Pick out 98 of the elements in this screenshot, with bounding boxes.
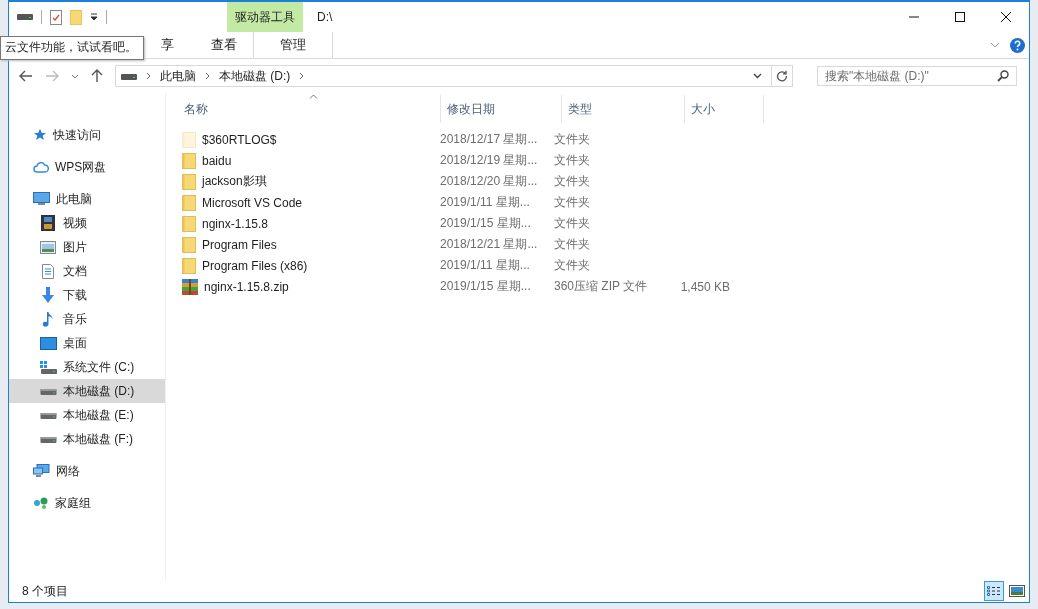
column-header[interactable]: 名称 (178, 95, 441, 123)
drive-icon (121, 72, 137, 80)
sidebar-item[interactable]: 文档 (9, 259, 165, 283)
checklist-icon[interactable] (50, 9, 62, 25)
file-name-cell[interactable]: jackson影琪 (178, 171, 434, 192)
file-name-cell[interactable]: nginx-1.15.8.zip (178, 276, 434, 297)
file-name-cell[interactable]: Microsoft VS Code (178, 192, 434, 213)
sidebar-item[interactable]: 视频 (9, 211, 165, 235)
type-cell-text: 文件夹 (553, 215, 591, 232)
date-cell-text: 2019/1/11 星期... (439, 194, 531, 211)
refresh-icon (776, 70, 788, 82)
date-cell-text: 2019/1/15 星期... (439, 215, 532, 232)
file-name-cell[interactable]: nginx-1.15.8 (178, 213, 434, 234)
folder-icon (182, 131, 196, 148)
close-icon (1000, 11, 1012, 23)
type-cell-text: 360压缩 ZIP 文件 (553, 278, 649, 295)
type-cell-text: 文件夹 (553, 257, 591, 274)
file-name-cell[interactable]: Program Files (x86) (178, 255, 434, 276)
window-title: D:\ (316, 9, 334, 26)
folder-icon (182, 236, 196, 253)
system-drive-icon (39, 360, 57, 374)
folder-icon (182, 194, 196, 211)
ribbon-tab[interactable]: 查看 (195, 32, 253, 58)
sidebar-item[interactable]: 本地磁盘 (D:) (9, 379, 165, 403)
folder-icon (182, 257, 196, 274)
image-icon (1009, 585, 1025, 597)
sort-caret-icon (309, 94, 318, 99)
sidebar-item[interactable]: 家庭组 (9, 491, 165, 515)
chevron-right-icon[interactable] (205, 72, 210, 80)
sidebar-item[interactable]: 下载 (9, 283, 165, 307)
desktop-icon (39, 336, 57, 350)
document-icon (42, 263, 54, 279)
sidebar-item[interactable]: 本地磁盘 (E:) (9, 403, 165, 427)
film-icon (41, 215, 55, 231)
drive-icon (39, 387, 57, 395)
sidebar-item[interactable]: 此电脑 (9, 187, 165, 211)
file-name-cell[interactable]: $360RTLOG$ (178, 129, 434, 150)
column-header[interactable]: 大小 (685, 95, 764, 123)
search-icon[interactable] (997, 70, 1009, 82)
column-header[interactable]: 类型 (562, 95, 685, 123)
drive-icon (39, 435, 57, 443)
star-icon (33, 128, 47, 142)
size-cell-text: 1,450 KB (679, 278, 731, 296)
maximize-icon (954, 11, 966, 23)
dropdown-icon[interactable] (90, 13, 98, 21)
folder-icon (182, 173, 196, 190)
type-cell-text: 文件夹 (553, 131, 591, 148)
drive-icon (39, 411, 57, 419)
type-cell-text: 文件夹 (553, 194, 591, 211)
folder-icon (182, 215, 196, 232)
monitor-icon (33, 192, 50, 206)
details-view-button[interactable] (984, 581, 1004, 601)
tooltip: 云文件功能，试试看吧。 (0, 36, 144, 60)
chevron-right-icon[interactable] (146, 72, 151, 80)
cloud-icon (33, 161, 49, 173)
type-cell-text: 文件夹 (553, 152, 591, 169)
file-name-cell[interactable]: Program Files (178, 234, 434, 255)
sidebar-item[interactable]: 桌面 (9, 331, 165, 355)
download-icon (41, 287, 55, 303)
date-cell-text: 2018/12/20 星期... (439, 173, 539, 190)
sidebar-item[interactable]: 本地磁盘 (F:) (9, 427, 165, 451)
sidebar-item[interactable]: 快速访问 (9, 123, 165, 147)
music-note-icon (43, 311, 53, 327)
image-icon (40, 240, 56, 254)
contextual-tab-group: 驱动器工具 (227, 2, 303, 32)
date-cell-text: 2019/1/15 星期... (439, 278, 532, 295)
people-icon (33, 497, 49, 509)
back-arrow-icon[interactable] (19, 70, 33, 82)
drive-icon[interactable] (17, 13, 33, 21)
archive-icon (182, 278, 198, 295)
type-cell-text: 文件夹 (553, 173, 591, 190)
date-cell-text: 2018/12/19 星期... (439, 152, 539, 169)
search-field[interactable]: 搜索"本地磁盘 (D:)" (817, 66, 1017, 86)
chevron-right-icon[interactable] (299, 72, 305, 80)
sidebar-item[interactable]: WPS网盘 (9, 155, 165, 179)
sidebar-item[interactable]: 系统文件 (C:) (9, 355, 165, 379)
ribbon-tab[interactable]: 享 (161, 32, 195, 58)
address-bar[interactable]: 此电脑 本地磁盘 (D:) (115, 65, 793, 87)
chevron-down-icon[interactable] (71, 73, 79, 79)
chevron-down-icon[interactable] (753, 73, 762, 79)
type-cell-text: 文件夹 (553, 236, 591, 253)
help-icon[interactable] (1010, 37, 1025, 53)
sidebar-item[interactable]: 网络 (9, 459, 165, 483)
date-cell-text: 2019/1/11 星期... (439, 257, 531, 274)
details-list-icon (987, 585, 1001, 597)
date-cell-text: 2018/12/17 星期... (439, 131, 539, 148)
network-icon (33, 464, 50, 478)
breadcrumb[interactable]: 本地磁盘 (D:) (219, 67, 291, 85)
breadcrumb[interactable]: 此电脑 (160, 67, 196, 85)
date-cell-text: 2018/12/21 星期... (439, 236, 539, 253)
file-name-cell[interactable]: baidu (178, 150, 434, 171)
sidebar-item[interactable]: 图片 (9, 235, 165, 259)
item-count: 8 个项目 (22, 582, 68, 600)
sidebar-item[interactable]: 音乐 (9, 307, 165, 331)
folder-icon (182, 152, 196, 169)
up-arrow-icon[interactable] (91, 69, 103, 83)
column-header[interactable]: 修改日期 (441, 95, 562, 123)
ribbon-tab[interactable]: 管理 (253, 32, 333, 58)
